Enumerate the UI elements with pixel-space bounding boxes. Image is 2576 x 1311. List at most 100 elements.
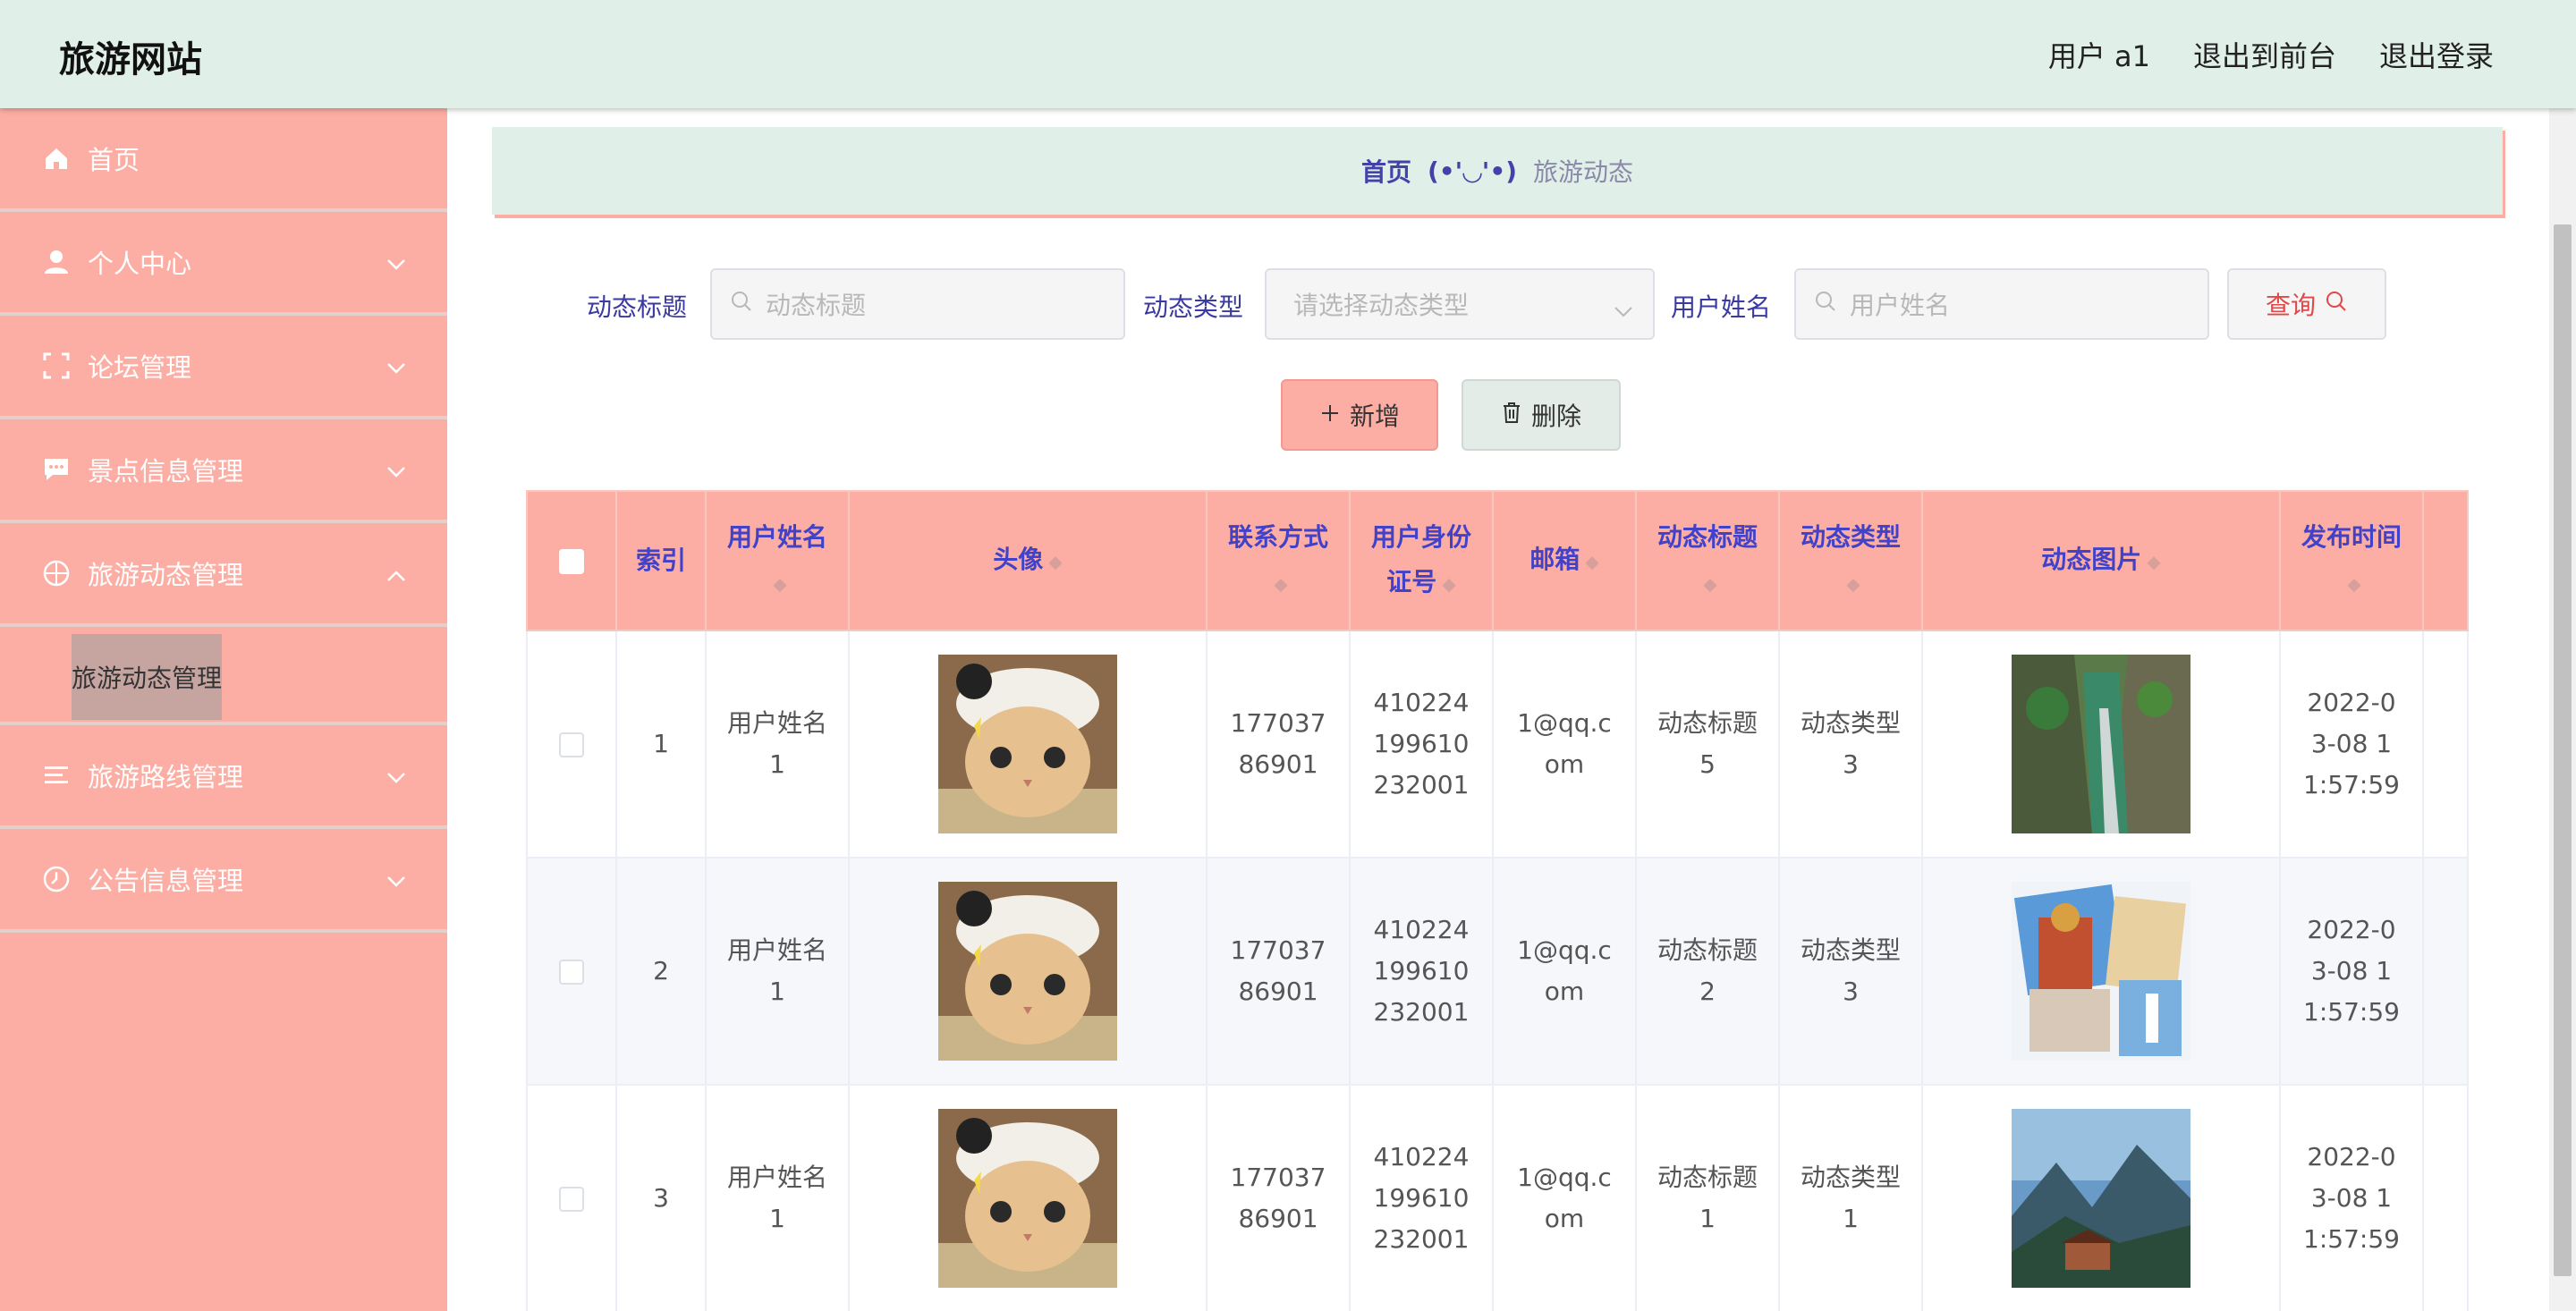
header-avatar[interactable]: 头像 ◆ [848, 490, 1208, 631]
sidebar-item-label: 首页 [88, 145, 140, 175]
chevron-down-icon [386, 760, 406, 791]
add-button[interactable]: 新增 [1281, 379, 1438, 451]
page-scrollbar[interactable] [2549, 108, 2576, 1311]
cell-email: 1@qq.com [1492, 1084, 1637, 1311]
sort-icon[interactable]: ◆ [1274, 562, 1287, 606]
sidebar-item-label: 个人中心 [88, 249, 192, 279]
sidebar-item-personal-center[interactable]: 个人中心 [0, 212, 447, 316]
cell-post-type: 动态类型3 [1778, 857, 1923, 1086]
trash-icon [1501, 401, 1522, 430]
chevron-down-icon [386, 351, 406, 381]
site-title: 旅游网站 [59, 39, 202, 80]
cell-avatar [848, 630, 1208, 858]
sort-icon[interactable]: ◆ [2147, 539, 2160, 584]
table-row: 1 用户姓名1 17703786901 410224199610232001 1… [526, 630, 2469, 858]
header-post-image[interactable]: 动态图片 ◆ [1921, 490, 2281, 631]
search-title-placeholder: 动态标题 [766, 291, 867, 320]
sidebar-item-label: 公告信息管理 [88, 866, 244, 896]
header-links: 用户 a1 退出到前台 退出登录 [2048, 34, 2494, 75]
cell-publish-time: 2022-03-08 11:57:59 [2279, 630, 2424, 858]
sort-icon[interactable]: ◆ [2347, 562, 2360, 606]
search-icon [1814, 290, 1837, 319]
sidebar: 首页 个人中心 论坛管理 景点信息管理 旅游动态管理 旅游动态管理 旅游路线管理… [0, 108, 447, 1311]
search-icon [2325, 290, 2348, 319]
sort-icon[interactable]: ◆ [1442, 562, 1455, 606]
chevron-down-icon [386, 247, 406, 277]
breadcrumb-separator: (•'◡'•) [1427, 156, 1518, 186]
search-type-placeholder: 请选择动态类型 [1293, 291, 1470, 320]
search-name-input[interactable]: 用户姓名 [1794, 268, 2209, 340]
cell-username: 用户姓名1 [705, 1084, 850, 1311]
header-post-title[interactable]: 动态标题 ◆ [1635, 490, 1780, 631]
cell-post-image [1921, 1084, 2281, 1311]
chevron-down-icon [386, 454, 406, 485]
row-checkbox[interactable] [559, 960, 584, 985]
cell-avatar [848, 1084, 1208, 1311]
header-index: 索引 [615, 490, 707, 631]
query-button[interactable]: 查询 [2227, 268, 2386, 340]
sort-icon[interactable]: ◆ [1846, 562, 1860, 606]
exit-to-front-link[interactable]: 退出到前台 [2193, 34, 2336, 75]
header-idcard[interactable]: 用户身份证号 ◆ [1349, 490, 1494, 631]
sort-icon[interactable]: ◆ [1048, 539, 1062, 584]
cell-username: 用户姓名1 [705, 857, 850, 1086]
sidebar-item-routes[interactable]: 旅游路线管理 [0, 725, 447, 829]
chevron-down-icon [1614, 295, 1633, 325]
search-title-label: 动态标题 [587, 292, 688, 322]
cell-contact: 17703786901 [1206, 1084, 1351, 1311]
compass-icon [41, 558, 72, 588]
sidebar-item-label: 旅游动态管理 [88, 560, 244, 590]
mountain-image [2012, 1109, 2190, 1288]
header-publish-time[interactable]: 发布时间 ◆ [2279, 490, 2424, 631]
header-contact[interactable]: 联系方式 ◆ [1206, 490, 1351, 631]
cell-post-image [1921, 630, 2281, 858]
sidebar-item-label: 景点信息管理 [88, 456, 244, 486]
submenu-item-travel-news-manage[interactable]: 旅游动态管理 [72, 634, 222, 720]
cell-post-title: 动态标题5 [1635, 630, 1780, 858]
cell-index: 3 [615, 1084, 707, 1311]
cell-contact: 17703786901 [1206, 857, 1351, 1086]
cell-post-title: 动态标题2 [1635, 857, 1780, 1086]
sidebar-item-forum[interactable]: 论坛管理 [0, 316, 447, 419]
delete-button[interactable]: 删除 [1462, 379, 1621, 451]
current-user-link[interactable]: 用户 a1 [2048, 34, 2150, 75]
submenu-travel-news: 旅游动态管理 [0, 627, 447, 725]
logout-link[interactable]: 退出登录 [2379, 34, 2494, 75]
breadcrumb: 首页 (•'◡'•) 旅游动态 [492, 127, 2503, 215]
search-title-input[interactable]: 动态标题 [710, 268, 1125, 340]
travel-news-table: 索引 用户姓名 ◆ 头像 ◆ 联系方式 ◆ 用户身份证号 ◆ 邮箱 ◆ 动态标题 ◆ 动态类… [526, 490, 2469, 1311]
query-button-label: 查询 [2265, 291, 2316, 320]
search-name-label: 用户姓名 [1671, 292, 1772, 322]
row-checkbox[interactable] [559, 1187, 584, 1212]
sidebar-item-home[interactable]: 首页 [0, 108, 447, 212]
header-post-type[interactable]: 动态类型 ◆ [1778, 490, 1923, 631]
sidebar-item-label: 旅游路线管理 [88, 762, 244, 792]
canyon-image [2012, 655, 2190, 833]
cell-publish-time: 2022-03-08 11:57:59 [2279, 857, 2424, 1086]
cell-username: 用户姓名1 [705, 630, 850, 858]
scrollbar-thumb[interactable] [2554, 224, 2572, 1276]
sort-icon[interactable]: ◆ [773, 562, 786, 606]
cell-avatar [848, 857, 1208, 1086]
row-checkbox[interactable] [559, 732, 584, 757]
chevron-up-icon [386, 558, 406, 588]
search-type-select[interactable]: 请选择动态类型 [1265, 268, 1655, 340]
breadcrumb-home[interactable]: 首页 [1361, 153, 1411, 189]
table-header-row: 索引 用户姓名 ◆ 头像 ◆ 联系方式 ◆ 用户身份证号 ◆ 邮箱 ◆ 动态标题 ◆ 动态类… [526, 490, 2469, 631]
sort-icon[interactable]: ◆ [1585, 539, 1598, 584]
sidebar-item-attractions[interactable]: 景点信息管理 [0, 419, 447, 523]
chevron-down-icon [386, 864, 406, 894]
sort-icon[interactable]: ◆ [1703, 562, 1716, 606]
breadcrumb-current: 旅游动态 [1533, 157, 1634, 187]
header-username[interactable]: 用户姓名 ◆ [705, 490, 850, 631]
table-row: 3 用户姓名1 17703786901 410224199610232001 1… [526, 1084, 2469, 1311]
list-icon [41, 760, 72, 791]
cell-email: 1@qq.com [1492, 630, 1637, 858]
header-email[interactable]: 邮箱 ◆ [1492, 490, 1637, 631]
user-icon [41, 247, 72, 277]
search-icon [730, 290, 753, 319]
add-button-label: 新增 [1349, 402, 1400, 431]
sidebar-item-travel-news[interactable]: 旅游动态管理 [0, 523, 447, 627]
sidebar-item-announcements[interactable]: 公告信息管理 [0, 829, 447, 933]
select-all-checkbox[interactable] [559, 549, 584, 574]
